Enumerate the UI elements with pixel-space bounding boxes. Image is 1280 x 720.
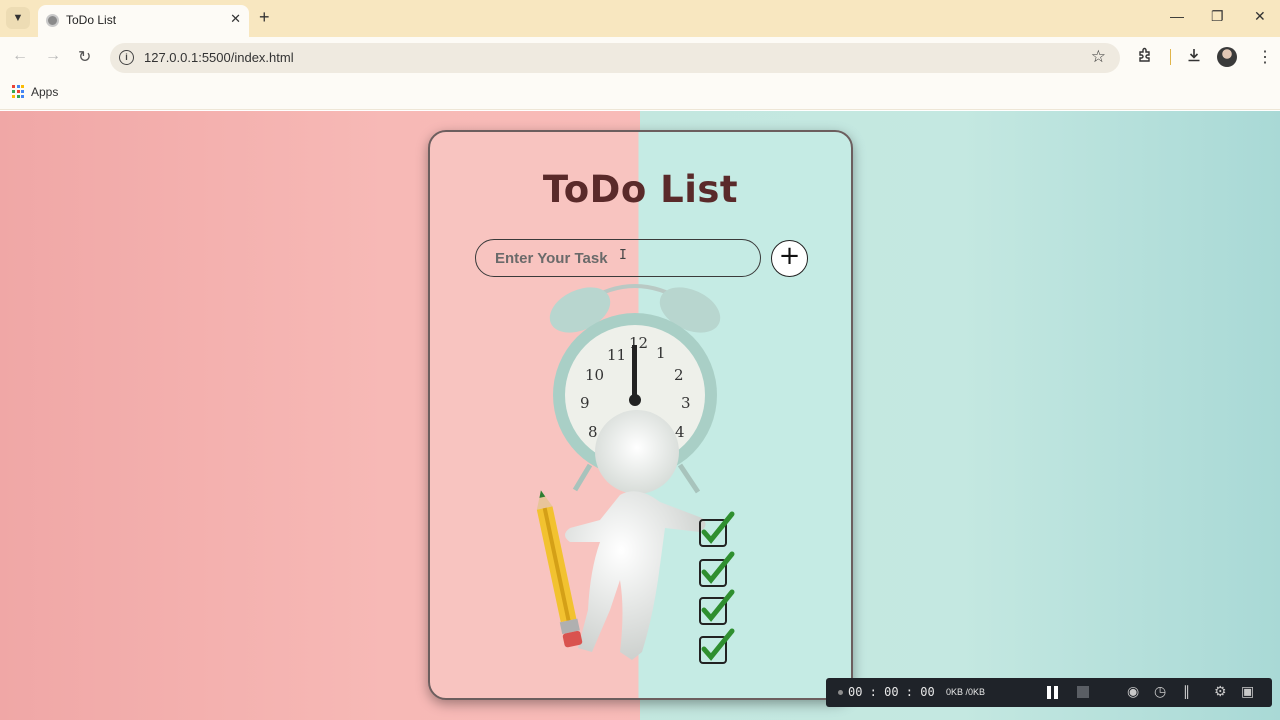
avatar[interactable]	[1217, 47, 1237, 67]
bookmark-apps[interactable]: Apps	[31, 85, 58, 99]
svg-text:12: 12	[629, 334, 648, 352]
svg-text:11: 11	[607, 346, 626, 364]
record-indicator-icon	[838, 690, 843, 695]
download-icon[interactable]	[1186, 47, 1202, 68]
pause-icon[interactable]	[1047, 686, 1059, 699]
globe-icon	[46, 14, 59, 27]
kebab-icon[interactable]: ⋮	[1257, 47, 1273, 67]
reload-icon[interactable]: ↻	[78, 47, 91, 67]
todo-card: ToDo List I + 12	[428, 130, 853, 700]
address-bar[interactable]: i 127.0.0.1:5500/index.html ☆	[110, 43, 1120, 73]
svg-text:3: 3	[681, 394, 691, 412]
url-text[interactable]: 127.0.0.1:5500/index.html	[144, 50, 294, 65]
puzzle-icon[interactable]	[1137, 47, 1153, 68]
recording-size: 0KB /0KB	[946, 687, 986, 697]
draw-tools-icon[interactable]: ∥	[1183, 683, 1190, 700]
timer-icon[interactable]: ◷	[1154, 683, 1166, 700]
recording-timer: 00 : 00 : 00	[848, 685, 935, 699]
browser-tab[interactable]: ToDo List ✕	[38, 5, 249, 37]
screen-recorder-bar: 00 : 00 : 00 0KB /0KB ◉ ◷ ∥ ⚙ ▣	[826, 678, 1272, 707]
arrow-left-icon[interactable]: ←	[12, 47, 28, 65]
star-icon[interactable]: ☆	[1091, 47, 1106, 67]
restore-icon[interactable]: ❐	[1211, 8, 1224, 25]
info-icon[interactable]: i	[119, 50, 134, 65]
minimize-icon[interactable]: —	[1170, 8, 1184, 24]
arrow-right-icon[interactable]: →	[45, 47, 61, 65]
settings-icon[interactable]: ⚙	[1214, 683, 1227, 700]
page-title: ToDo List	[542, 168, 739, 211]
new-tab-icon[interactable]: +	[259, 7, 270, 28]
tab-strip: ▼ ToDo List ✕ + — ❐ ✕	[0, 0, 1280, 37]
stop-icon[interactable]	[1077, 686, 1089, 698]
browser-toolbar: ← → ↻ i 127.0.0.1:5500/index.html ☆ ⋮	[0, 37, 1280, 78]
svg-text:9: 9	[580, 394, 590, 412]
todo-illustration: 12 1 2 3 4 10 11 9 8	[536, 284, 735, 664]
add-task-button[interactable]: +	[771, 240, 808, 277]
camera-icon[interactable]: ◉	[1127, 683, 1139, 700]
chevron-down-icon[interactable]: ▼	[6, 7, 30, 29]
svg-text:10: 10	[585, 366, 604, 384]
svg-text:8: 8	[588, 423, 598, 441]
bookmarks-bar: Apps	[0, 78, 1280, 110]
task-input[interactable]	[475, 239, 761, 277]
close-icon[interactable]: ✕	[230, 11, 241, 27]
tab-title: ToDo List	[66, 13, 117, 27]
checkbox-list-icon	[699, 511, 735, 664]
toolbar-divider	[1170, 49, 1171, 65]
svg-text:1: 1	[656, 344, 666, 362]
page-viewport: ToDo List I + 12	[0, 111, 1280, 720]
apps-grid-icon[interactable]	[12, 85, 25, 98]
svg-text:2: 2	[674, 366, 684, 384]
pencil-icon	[536, 490, 583, 648]
text-cursor-icon: I	[619, 248, 627, 263]
minimize-recorder-icon[interactable]: ▣	[1241, 683, 1254, 700]
window-close-icon[interactable]: ✕	[1254, 8, 1266, 25]
